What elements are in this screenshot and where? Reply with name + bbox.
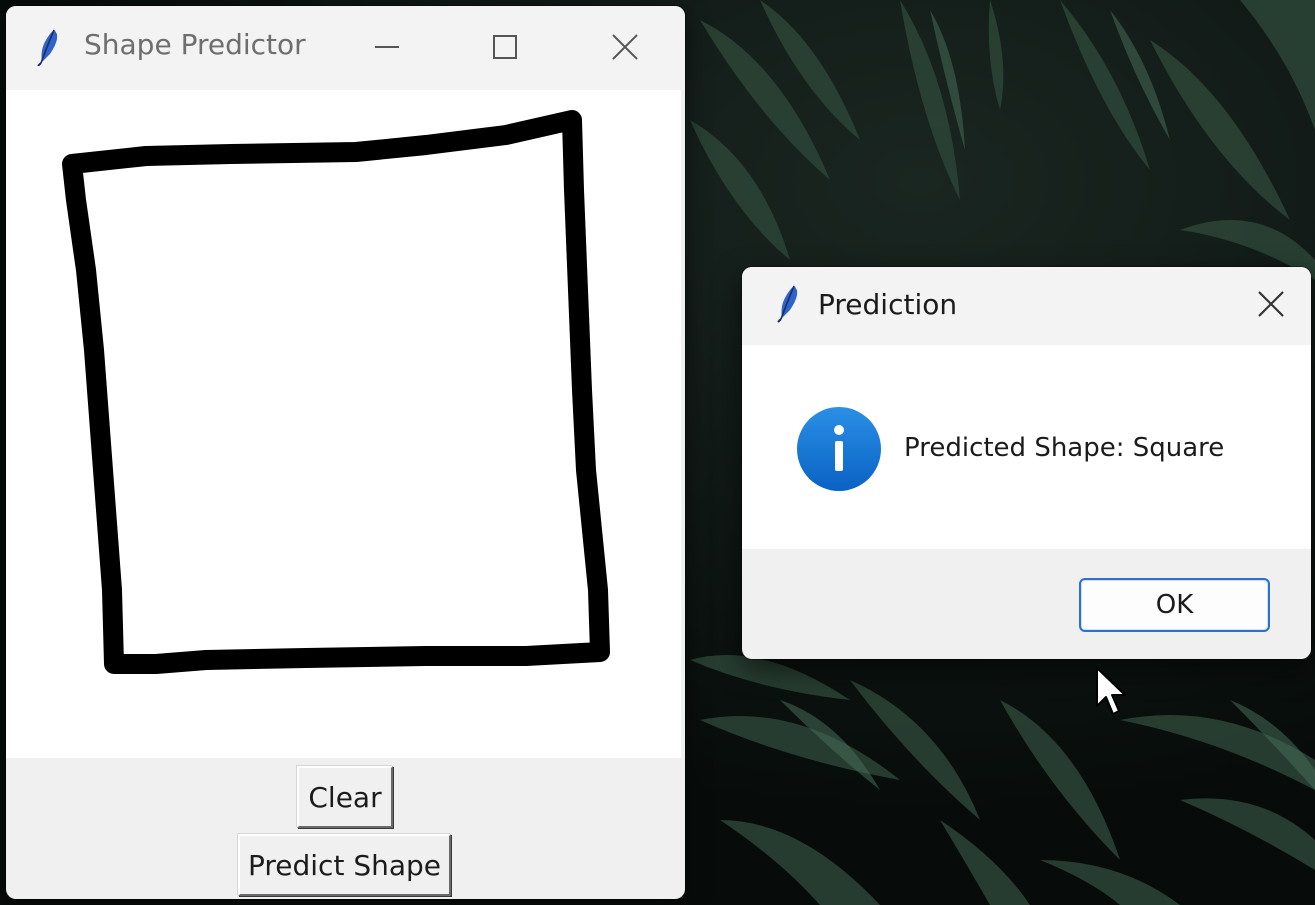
- feather-icon: [37, 29, 58, 66]
- minimize-button[interactable]: [362, 22, 412, 72]
- drawn-square-stroke: [62, 110, 610, 674]
- close-button[interactable]: [600, 22, 650, 72]
- main-titlebar[interactable]: Shape Predictor: [6, 6, 685, 90]
- dialog-body: Predicted Shape: Square: [742, 345, 1311, 549]
- close-icon: [612, 34, 638, 60]
- prediction-dialog: Prediction Predicted Shape: Square OK: [742, 267, 1311, 659]
- minimize-icon: [375, 46, 399, 48]
- shape-predictor-window: Shape Predictor Clear Predict Shape: [6, 6, 685, 899]
- predict-shape-button[interactable]: Predict Shape: [238, 834, 451, 896]
- drawing-canvas[interactable]: [6, 90, 681, 758]
- close-icon: [1258, 291, 1284, 317]
- maximize-icon: [493, 35, 517, 59]
- maximize-button[interactable]: [480, 22, 530, 72]
- dialog-titlebar[interactable]: Prediction: [742, 267, 1311, 345]
- ok-button[interactable]: OK: [1079, 578, 1270, 632]
- clear-button[interactable]: Clear: [297, 766, 393, 828]
- feather-icon: [777, 285, 798, 323]
- dialog-close-button[interactable]: [1245, 279, 1297, 329]
- info-icon: [797, 407, 881, 491]
- desktop: Shape Predictor Clear Predict Shape Pred…: [0, 0, 1315, 905]
- window-title: Shape Predictor: [84, 28, 306, 61]
- dialog-title: Prediction: [818, 288, 958, 321]
- mouse-cursor-icon: [1096, 667, 1126, 715]
- prediction-message: Predicted Shape: Square: [904, 433, 1225, 463]
